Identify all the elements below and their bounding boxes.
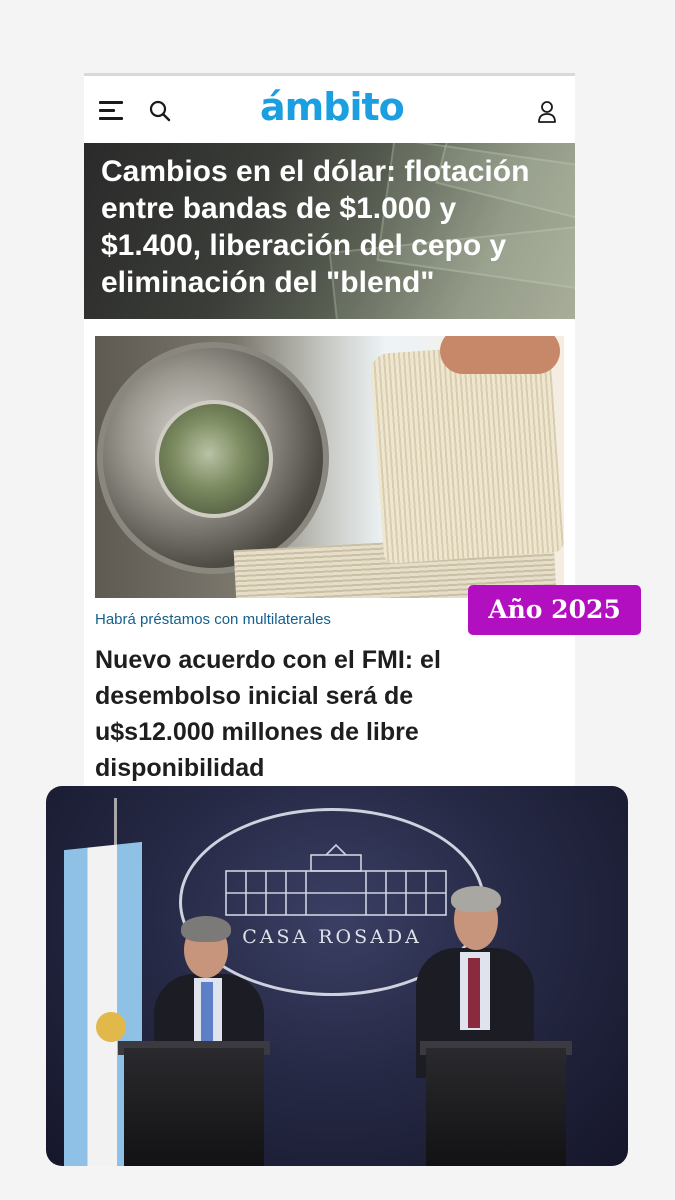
press-conference-video[interactable]: CASA ROSADA: [46, 786, 628, 1166]
hamburger-menu-icon[interactable]: [99, 101, 125, 121]
search-icon[interactable]: [148, 99, 172, 123]
user-account-icon[interactable]: [537, 100, 557, 124]
hero-headline[interactable]: Cambios en el dólar: flotación entre ban…: [101, 153, 561, 301]
building-icon: [225, 843, 447, 916]
year-badge: Año 2025: [468, 585, 641, 635]
banknote-stack-illustration: [369, 341, 564, 565]
podium-left: [124, 1048, 264, 1166]
site-logo[interactable]: ámbito: [260, 85, 405, 129]
podium-right: [426, 1048, 566, 1166]
imf-seal-illustration: [97, 342, 329, 574]
news-card: ámbito Cambios en el dólar: flotación en…: [84, 73, 575, 796]
hero-article[interactable]: Cambios en el dólar: flotación entre ban…: [84, 143, 575, 319]
article-headline[interactable]: Nuevo acuerdo con el FMI: el desembolso …: [95, 642, 495, 786]
site-header: ámbito: [84, 76, 575, 142]
article-kicker[interactable]: Habrá préstamos con multilaterales: [95, 611, 331, 628]
flag-sun-icon: [96, 1012, 126, 1042]
hand-illustration: [440, 336, 560, 374]
article-photo[interactable]: [95, 336, 564, 598]
